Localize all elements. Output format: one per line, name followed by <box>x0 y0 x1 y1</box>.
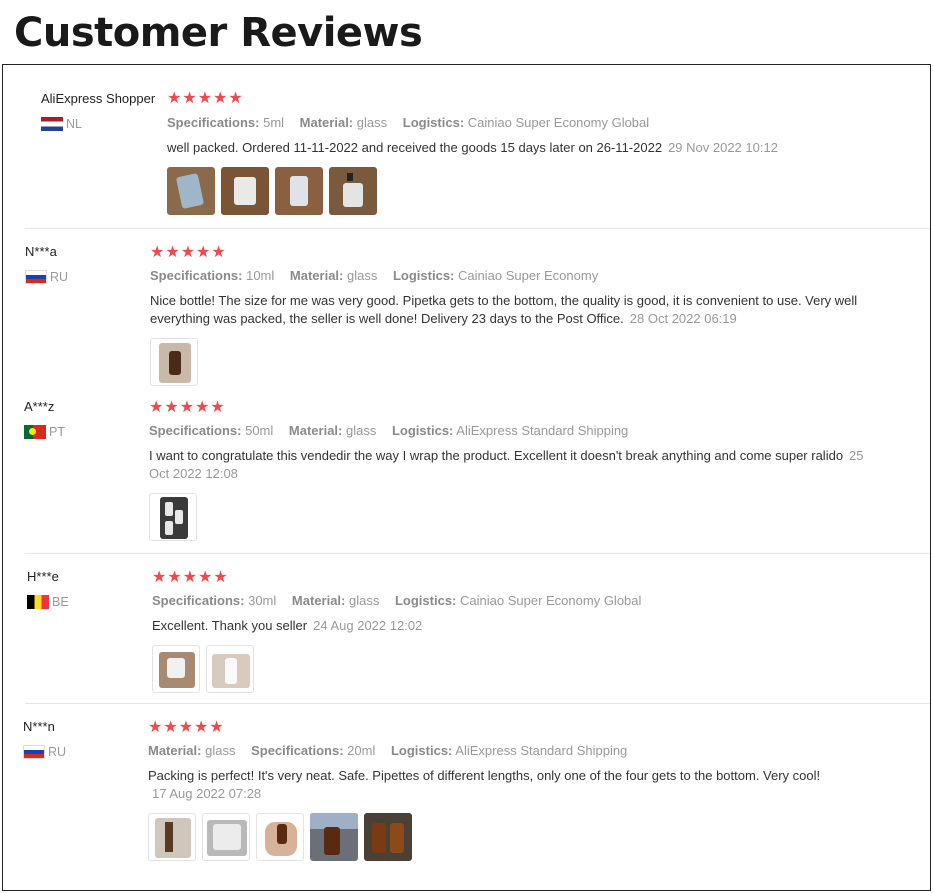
spec-label: Specifications: <box>149 423 242 438</box>
reviewer-country: RU <box>23 745 66 759</box>
review-text: Packing is perfect! It's very neat. Safe… <box>148 767 868 803</box>
material-value: glass <box>356 115 388 130</box>
review-photo[interactable] <box>329 167 377 215</box>
review-specs: Specifications: 50ml Material: glass Log… <box>149 423 640 438</box>
review-divider <box>25 228 930 229</box>
review-photo[interactable] <box>256 813 304 861</box>
reviewer-country: RU <box>25 270 68 284</box>
spec-label: Specifications: <box>152 593 245 608</box>
review-specs: Specifications: 5ml Material: glass Logi… <box>167 115 661 130</box>
material-value: glass <box>346 423 377 438</box>
review-body: Excellent. Thank you seller <box>152 618 308 633</box>
material-label: Material: <box>288 423 343 438</box>
review-text: Excellent. Thank you seller 24 Aug 2022 1… <box>152 617 877 635</box>
reviewer-name: AliExpress Shopper <box>41 91 156 106</box>
flag-ru-icon <box>25 270 47 284</box>
material-label: Material: <box>289 268 344 283</box>
material-value: glass <box>347 268 378 283</box>
review-date: 17 Aug 2022 07:28 <box>152 786 262 801</box>
review-photo[interactable] <box>149 493 197 541</box>
reviewer-name: N***n <box>23 719 55 734</box>
review-photos <box>149 493 197 541</box>
review-photo[interactable] <box>310 813 358 861</box>
review-specs: Specifications: 10ml Material: glass Log… <box>150 268 610 283</box>
review-text: Nice bottle! The size for me was very go… <box>150 292 875 328</box>
review-body: Packing is perfect! It's very neat. Safe… <box>148 768 821 783</box>
star-rating: ★★★★★ <box>148 719 225 736</box>
review-photos <box>152 645 254 693</box>
country-code: NL <box>66 117 82 131</box>
logistics-value: Cainiao Super Economy <box>458 268 599 283</box>
reviewer-country: PT <box>24 425 65 439</box>
country-code: RU <box>50 270 69 284</box>
spec-value: 30ml <box>248 593 277 608</box>
reviewer-country: NL <box>41 117 82 131</box>
flag-be-icon <box>27 595 49 609</box>
country-code: BE <box>52 595 69 609</box>
reviewer-name: N***a <box>25 244 57 259</box>
review-photo[interactable] <box>206 645 254 693</box>
reviewer-name: A***z <box>24 399 55 414</box>
logistics-value: Cainiao Super Economy Global <box>467 115 650 130</box>
reviewer-name: H***e <box>27 569 59 584</box>
logistics-label: Logistics: <box>390 743 453 758</box>
review-photo[interactable] <box>202 813 250 861</box>
flag-pt-icon <box>24 425 46 439</box>
spec-value: 50ml <box>245 423 274 438</box>
star-rating: ★★★★★ <box>149 399 226 416</box>
logistics-value: AliExpress Standard Shipping <box>455 743 628 758</box>
spec-value: 5ml <box>263 115 285 130</box>
flag-nl-icon <box>41 117 63 131</box>
review-text: well packed. Ordered 11-11-2022 and rece… <box>167 139 867 157</box>
review-photo[interactable] <box>221 167 269 215</box>
spec-value: 10ml <box>246 268 275 283</box>
review-photo[interactable] <box>167 167 215 215</box>
review-photos <box>150 338 198 386</box>
review-text: I want to congratulate this vendedir the… <box>149 447 874 483</box>
spec-label: Specifications: <box>251 743 344 758</box>
material-label: Material: <box>299 115 354 130</box>
review-photo[interactable] <box>152 645 200 693</box>
review-body: I want to congratulate this vendedir the… <box>149 448 844 463</box>
material-label: Material: <box>148 743 202 758</box>
reviewer-country: BE <box>27 595 69 609</box>
review-photos <box>148 813 412 861</box>
review-photo[interactable] <box>150 338 198 386</box>
country-code: PT <box>49 425 65 439</box>
star-rating: ★★★★★ <box>150 244 227 261</box>
logistics-label: Logistics: <box>394 593 457 608</box>
review-photos <box>167 167 377 215</box>
review-date: 29 Nov 2022 10:12 <box>668 140 778 155</box>
star-rating: ★★★★★ <box>152 569 229 586</box>
review-photo[interactable] <box>148 813 196 861</box>
flag-ru-icon <box>23 745 45 759</box>
logistics-label: Logistics: <box>402 115 465 130</box>
spec-label: Specifications: <box>167 115 260 130</box>
star-rating: ★★★★★ <box>167 90 244 107</box>
review-specs: Specifications: 30ml Material: glass Log… <box>152 593 653 608</box>
review-date: 24 Aug 2022 12:02 <box>313 618 423 633</box>
material-value: glass <box>349 593 380 608</box>
logistics-label: Logistics: <box>392 268 455 283</box>
spec-label: Specifications: <box>150 268 243 283</box>
logistics-label: Logistics: <box>391 423 454 438</box>
review-specs: Material: glass Specifications: 20ml Log… <box>148 743 639 758</box>
logistics-value: AliExpress Standard Shipping <box>456 423 629 438</box>
review-date: 28 Oct 2022 06:19 <box>629 311 737 326</box>
review-photo[interactable] <box>275 167 323 215</box>
country-code: RU <box>48 745 67 759</box>
reviews-panel: AliExpress Shopper NL ★★★★★ Specificatio… <box>2 64 931 891</box>
review-body: Nice bottle! The size for me was very go… <box>150 293 858 326</box>
page-title: Customer Reviews <box>14 10 423 56</box>
review-body: well packed. Ordered 11-11-2022 and rece… <box>167 140 663 155</box>
review-photo[interactable] <box>364 813 412 861</box>
material-label: Material: <box>291 593 346 608</box>
review-divider <box>25 703 930 704</box>
logistics-value: Cainiao Super Economy Global <box>460 593 642 608</box>
spec-value: 20ml <box>347 743 376 758</box>
review-divider <box>25 553 930 554</box>
material-value: glass <box>205 743 236 758</box>
